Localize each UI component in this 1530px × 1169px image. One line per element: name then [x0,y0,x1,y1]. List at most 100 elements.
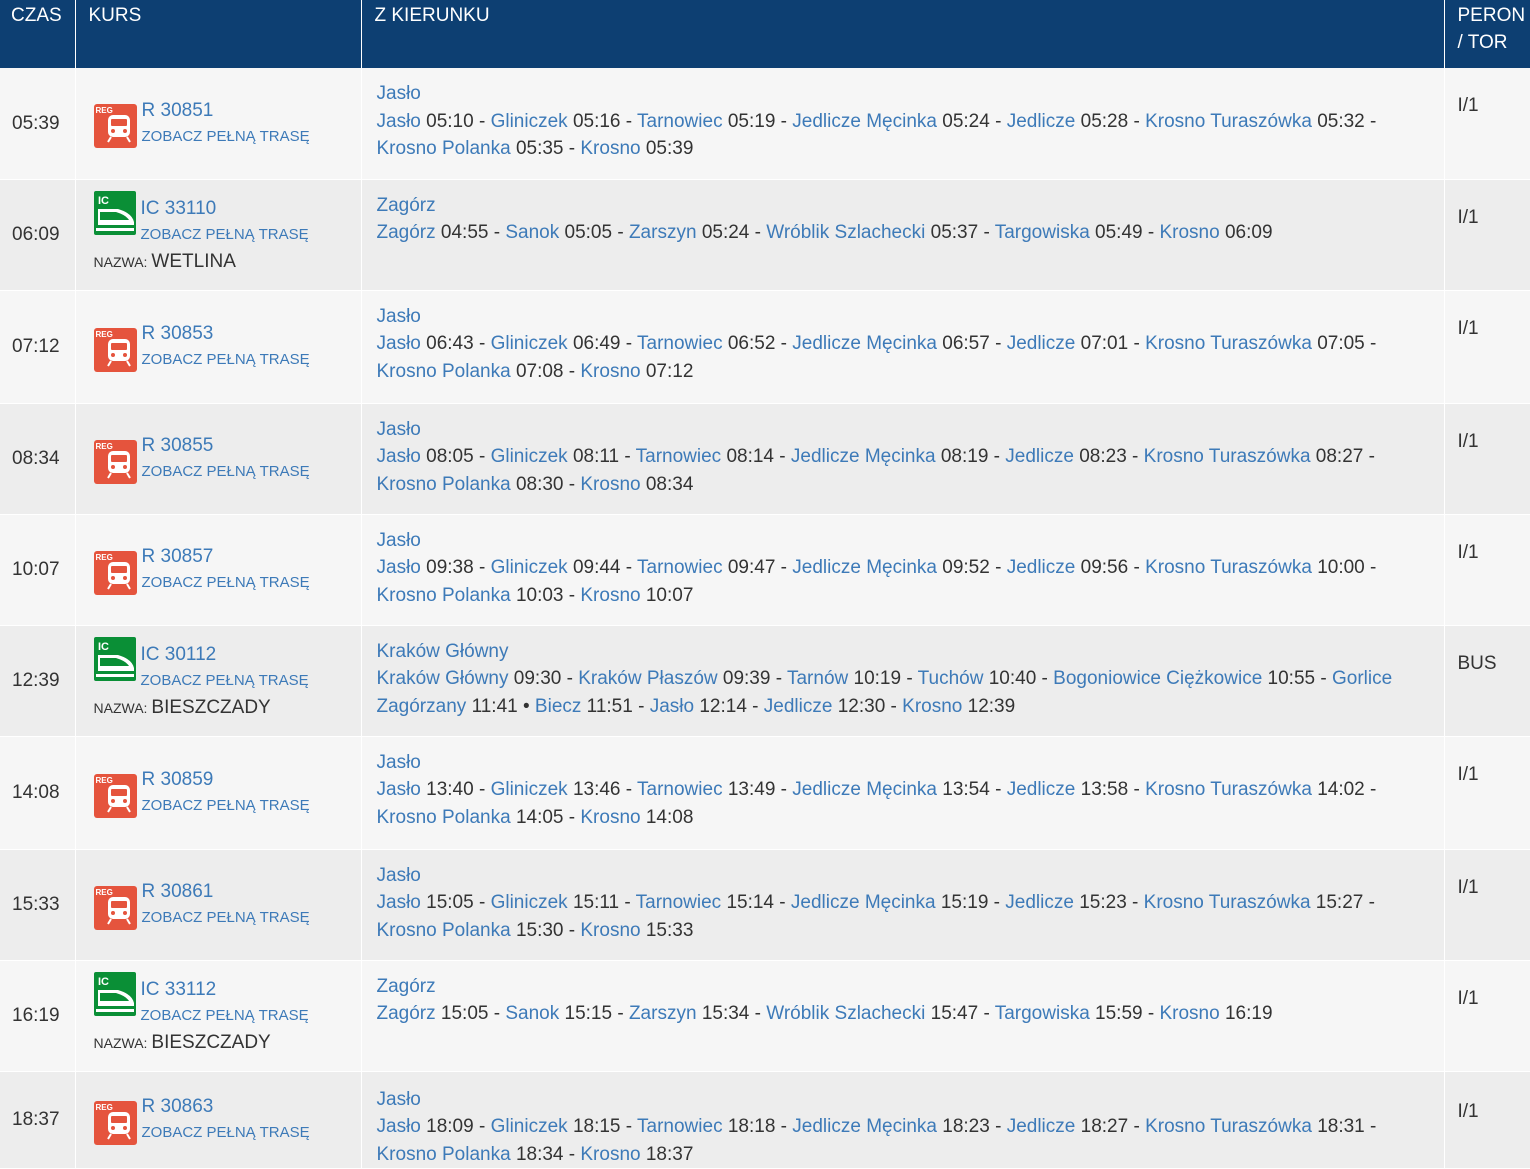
stop-station-link[interactable]: Krosno [580,807,640,828]
stop-station-link[interactable]: Targowiska [995,222,1090,243]
origin-station-link[interactable]: Jasło [377,303,1430,331]
stop-station-link[interactable]: Krosno Turaszówka [1145,779,1312,800]
stop-station-link[interactable]: Tarnowiec [637,1116,723,1137]
stop-station-link[interactable]: Krosno Turaszówka [1145,111,1312,132]
stop-station-link[interactable]: Krosno [1159,1003,1219,1024]
course-number-link[interactable]: IC 33110 [141,195,309,222]
full-route-link[interactable]: ZOBACZ PEŁNĄ TRASĘ [142,1120,310,1146]
stop-station-link[interactable]: Jasło [377,1116,421,1137]
stop-station-link[interactable]: Krosno [580,138,640,159]
full-route-link[interactable]: ZOBACZ PEŁNĄ TRASĘ [142,793,310,819]
stop-station-link[interactable]: Bogoniowice Ciężkowice [1053,668,1262,689]
stop-station-link[interactable]: Jedlicze Męcinka [792,779,937,800]
origin-station-link[interactable]: Jasło [377,862,1430,890]
stop-station-link[interactable]: Gliniczek [491,892,568,913]
stop-station-link[interactable]: Kraków Płaszów [578,668,717,689]
stop-station-link[interactable]: Tarnowiec [636,446,722,467]
full-route-link[interactable]: ZOBACZ PEŁNĄ TRASĘ [142,347,310,373]
stop-station-link[interactable]: Krosno Turaszówka [1145,557,1312,578]
stop-station-link[interactable]: Krosno [580,920,640,941]
course-number-link[interactable]: R 30861 [142,878,310,905]
full-route-link[interactable]: ZOBACZ PEŁNĄ TRASĘ [142,459,310,485]
stop-station-link[interactable]: Zarszyn [629,1003,697,1024]
stop-station-link[interactable]: Jedlicze [1007,779,1076,800]
course-number-link[interactable]: R 30859 [142,766,310,793]
stop-station-link[interactable]: Zagórz [377,1003,436,1024]
full-route-link[interactable]: ZOBACZ PEŁNĄ TRASĘ [141,668,309,694]
stop-station-link[interactable]: Tuchów [918,668,984,689]
stop-station-link[interactable]: Jasło [377,779,421,800]
stop-station-link[interactable]: Krosno Polanka [377,138,511,159]
stop-station-link[interactable]: Jasło [377,333,421,354]
stop-station-link[interactable]: Jedlicze Męcinka [791,892,936,913]
stop-station-link[interactable]: Tarnowiec [637,557,723,578]
stop-station-link[interactable]: Kraków Główny [377,668,509,689]
course-number-link[interactable]: R 30855 [142,432,310,459]
stop-station-link[interactable]: Jedlicze Męcinka [792,333,937,354]
full-route-link[interactable]: ZOBACZ PEŁNĄ TRASĘ [141,1003,309,1029]
stop-station-link[interactable]: Gliniczek [491,557,568,578]
stop-station-link[interactable]: Gliniczek [491,779,568,800]
stop-station-link[interactable]: Jedlicze Męcinka [792,111,937,132]
stop-station-link[interactable]: Gliniczek [491,111,568,132]
stop-station-link[interactable]: Targowiska [995,1003,1090,1024]
stop-station-link[interactable]: Krosno [1159,222,1219,243]
stop-station-link[interactable]: Sanok [505,1003,559,1024]
stop-station-link[interactable]: Tarnowiec [637,111,723,132]
stop-station-link[interactable]: Krosno [580,1144,640,1165]
stop-station-link[interactable]: Jedlicze [1005,446,1074,467]
course-number-link[interactable]: R 30857 [142,543,310,570]
stop-station-link[interactable]: Krosno Turaszówka [1145,1116,1312,1137]
stop-station-link[interactable]: Krosno [580,585,640,606]
stop-station-link[interactable]: Gliniczek [491,446,568,467]
stop-station-link[interactable]: Krosno Polanka [377,474,511,495]
stop-station-link[interactable]: Zarszyn [629,222,697,243]
stop-station-link[interactable]: Jedlicze [764,696,833,717]
full-route-link[interactable]: ZOBACZ PEŁNĄ TRASĘ [141,222,309,248]
origin-station-link[interactable]: Jasło [377,749,1430,777]
stop-station-link[interactable]: Tarnowiec [637,779,723,800]
stop-station-link[interactable]: Tarnowiec [636,892,722,913]
stop-station-link[interactable]: Krosno Polanka [377,1144,511,1165]
stop-station-link[interactable]: Krosno [580,474,640,495]
stop-station-link[interactable]: Jasło [377,892,421,913]
stop-station-link[interactable]: Jedlicze Męcinka [792,1116,937,1137]
stop-station-link[interactable]: Krosno Turaszówka [1144,446,1311,467]
course-number-link[interactable]: R 30863 [142,1093,310,1120]
stop-station-link[interactable]: Jasło [377,446,421,467]
stop-station-link[interactable]: Tarnowiec [637,333,723,354]
stop-station-link[interactable]: Krosno Polanka [377,920,511,941]
origin-station-link[interactable]: Jasło [377,416,1430,444]
stop-station-link[interactable]: Jasło [650,696,694,717]
stop-station-link[interactable]: Krosno [902,696,962,717]
origin-station-link[interactable]: Jasło [377,80,1430,108]
origin-station-link[interactable]: Zagórz [377,973,1430,1001]
stop-station-link[interactable]: Sanok [505,222,559,243]
origin-station-link[interactable]: Jasło [377,1086,1430,1114]
full-route-link[interactable]: ZOBACZ PEŁNĄ TRASĘ [142,905,310,931]
stop-station-link[interactable]: Jasło [377,557,421,578]
stop-station-link[interactable]: Gliniczek [491,1116,568,1137]
stop-station-link[interactable]: Jedlicze [1005,892,1074,913]
stop-station-link[interactable]: Jedlicze [1007,1116,1076,1137]
origin-station-link[interactable]: Jasło [377,527,1430,555]
course-number-link[interactable]: IC 33112 [141,976,309,1003]
stop-station-link[interactable]: Krosno Turaszówka [1144,892,1311,913]
origin-station-link[interactable]: Kraków Główny [377,638,1430,666]
stop-station-link[interactable]: Jasło [377,111,421,132]
stop-station-link[interactable]: Krosno Polanka [377,585,511,606]
stop-station-link[interactable]: Jedlicze Męcinka [792,557,937,578]
stop-station-link[interactable]: Gliniczek [491,333,568,354]
stop-station-link[interactable]: Jedlicze [1007,111,1076,132]
course-number-link[interactable]: R 30851 [142,97,310,124]
course-number-link[interactable]: IC 30112 [141,641,309,668]
stop-station-link[interactable]: Krosno Turaszówka [1145,333,1312,354]
stop-station-link[interactable]: Krosno Polanka [377,361,511,382]
stop-station-link[interactable]: Wróblik Szlachecki [766,222,925,243]
stop-station-link[interactable]: Wróblik Szlachecki [766,1003,925,1024]
stop-station-link[interactable]: Jedlicze [1007,557,1076,578]
course-number-link[interactable]: R 30853 [142,320,310,347]
stop-station-link[interactable]: Jedlicze Męcinka [791,446,936,467]
stop-station-link[interactable]: Biecz [535,696,581,717]
origin-station-link[interactable]: Zagórz [377,192,1430,220]
